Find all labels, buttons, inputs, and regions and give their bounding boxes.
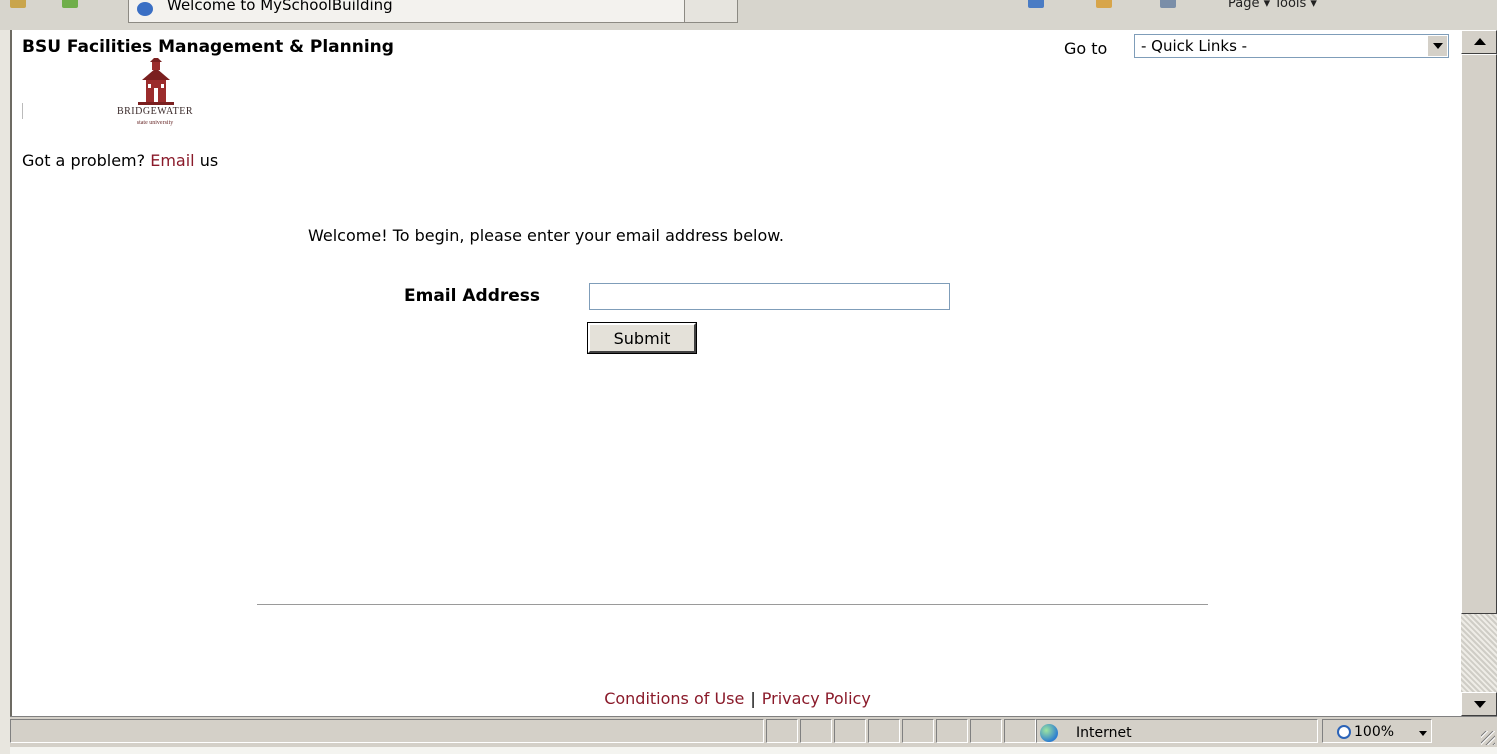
home-icon[interactable]	[1028, 0, 1044, 8]
status-pane	[1004, 719, 1036, 743]
footer-divider	[257, 604, 1208, 605]
page-tools-menu[interactable]: Page ▾ Tools ▾	[1228, 0, 1317, 11]
chevron-down-icon[interactable]	[1427, 36, 1447, 56]
status-pane	[800, 719, 832, 743]
browser-tab-title: Welcome to MySchoolBuilding	[167, 0, 393, 14]
status-pane	[936, 719, 968, 743]
status-bar: Internet 100%	[10, 716, 1497, 747]
status-pane	[766, 719, 798, 743]
footer-links: Conditions of Use | Privacy Policy	[12, 689, 1463, 708]
problem-prefix: Got a problem?	[22, 151, 146, 170]
browser-tab-strip: Welcome to MySchoolBuilding Page ▾ Tools…	[0, 0, 1497, 30]
status-text-pane	[10, 719, 764, 743]
quick-links-select[interactable]: - Quick Links -	[1134, 34, 1449, 58]
status-pane	[970, 719, 1002, 743]
browser-tab-active[interactable]: Welcome to MySchoolBuilding	[128, 0, 685, 23]
favorites-star-icon[interactable]	[10, 0, 26, 8]
feeds-icon[interactable]	[1096, 0, 1112, 8]
zoom-level[interactable]: 100%	[1354, 724, 1394, 740]
page-content: BSU Facilities Management & Planning Go …	[10, 30, 1463, 716]
vertical-scrollbar[interactable]	[1461, 30, 1497, 716]
add-favorites-icon[interactable]	[62, 0, 78, 8]
logo-caption: BRIDGEWATER	[116, 106, 194, 117]
footer-separator: |	[750, 689, 756, 708]
quick-links-value: - Quick Links -	[1141, 37, 1248, 55]
status-pane	[902, 719, 934, 743]
security-zone: Internet	[1076, 725, 1132, 741]
logo-divider	[22, 103, 23, 119]
email-address-label: Email Address	[404, 286, 541, 306]
window-left-edge	[0, 30, 10, 754]
ie-page-icon	[137, 2, 153, 16]
bridgewater-logo: BRIDGEWATER state university	[94, 56, 216, 130]
email-address-field[interactable]	[589, 283, 950, 310]
chevron-down-icon[interactable]	[1419, 731, 1427, 736]
welcome-message: Welcome! To begin, please enter your ema…	[308, 226, 784, 245]
schoolhouse-icon	[138, 56, 174, 105]
problem-line: Got a problem? Email us	[22, 151, 218, 170]
scroll-up-button[interactable]	[1461, 30, 1497, 54]
resize-grip-icon[interactable]	[1481, 731, 1495, 745]
problem-suffix: us	[199, 151, 219, 170]
privacy-policy-link[interactable]: Privacy Policy	[762, 689, 871, 708]
logo-tagline: state university	[136, 120, 174, 126]
submit-button[interactable]: Submit	[587, 322, 697, 354]
zoom-icon[interactable]	[1337, 725, 1351, 739]
scroll-track[interactable]	[1461, 614, 1497, 692]
scroll-thumb[interactable]	[1461, 54, 1497, 614]
scroll-down-button[interactable]	[1461, 692, 1497, 716]
email-us-link[interactable]: Email	[150, 151, 194, 170]
status-pane	[868, 719, 900, 743]
status-pane	[834, 719, 866, 743]
new-tab-button[interactable]	[684, 0, 738, 23]
site-title: BSU Facilities Management & Planning	[22, 37, 394, 57]
print-icon[interactable]	[1160, 0, 1176, 8]
conditions-of-use-link[interactable]: Conditions of Use	[604, 689, 744, 708]
goto-label: Go to	[1064, 39, 1108, 58]
globe-icon	[1040, 724, 1058, 742]
